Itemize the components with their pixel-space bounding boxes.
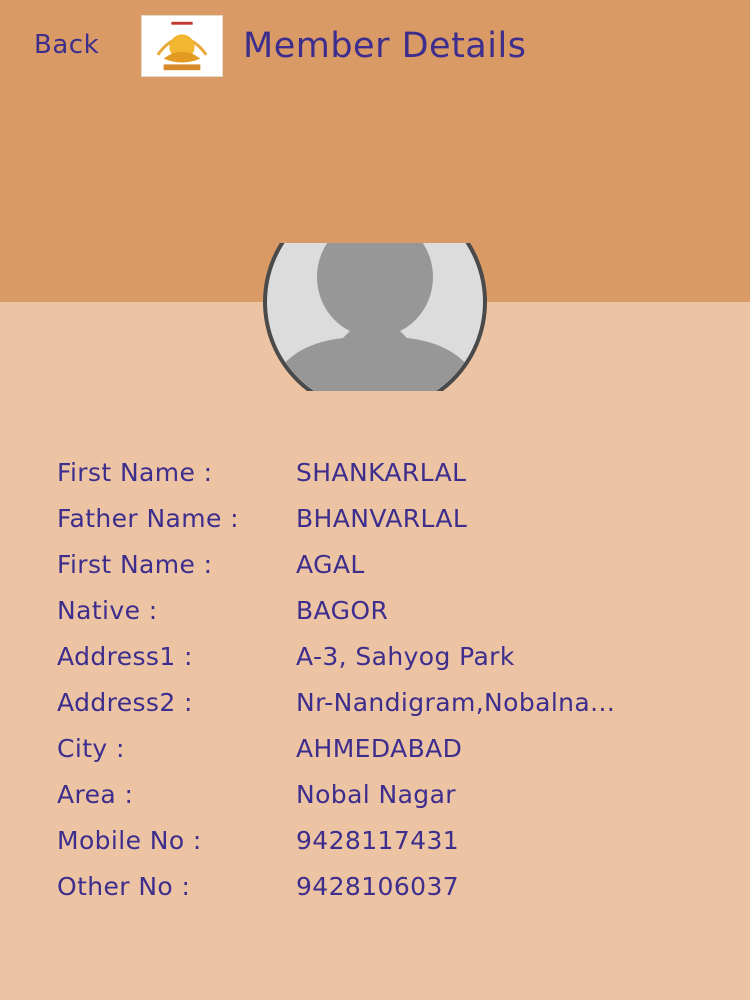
detail-value: SHANKARLAL [296, 458, 467, 487]
detail-label: City : [57, 734, 125, 763]
detail-label: Native : [57, 596, 158, 625]
org-logo-icon [141, 15, 223, 77]
detail-value: Nr-Nandigram,Nobalna... [296, 688, 616, 717]
back-button[interactable]: Back [34, 30, 99, 60]
detail-value: AGAL [296, 550, 365, 579]
detail-row-city: City : AHMEDABAD [57, 726, 717, 772]
detail-label: Address1 : [57, 642, 193, 671]
detail-label: Father Name : [57, 504, 239, 533]
detail-row-last-name: First Name : AGAL [57, 542, 717, 588]
detail-value: Nobal Nagar [296, 780, 456, 809]
detail-row-first-name: First Name : SHANKARLAL [57, 450, 717, 496]
detail-label: Address2 : [57, 688, 193, 717]
detail-label: First Name : [57, 458, 213, 487]
detail-value: BHANVARLAL [296, 504, 468, 533]
detail-label: Other No : [57, 872, 191, 901]
detail-label: Mobile No : [57, 826, 202, 855]
detail-row-area: Area : Nobal Nagar [57, 772, 717, 818]
detail-row-father-name: Father Name : BHANVARLAL [57, 496, 717, 542]
detail-row-other-no: Other No : 9428106037 [57, 864, 717, 910]
detail-value[interactable]: 9428106037 [296, 864, 459, 910]
detail-label: Area : [57, 780, 134, 809]
detail-row-mobile-no: Mobile No : 9428117431 [57, 818, 717, 864]
detail-row-native: Native : BAGOR [57, 588, 717, 634]
detail-row-address2: Address2 : Nr-Nandigram,Nobalna... [57, 680, 717, 726]
page-title: Member Details [243, 26, 527, 66]
detail-value: AHMEDABAD [296, 734, 463, 763]
person-placeholder-icon [258, 243, 492, 391]
member-details-list: First Name : SHANKARLAL Father Name : BH… [57, 450, 717, 910]
detail-label: First Name : [57, 550, 213, 579]
detail-value: A-3, Sahyog Park [296, 642, 515, 671]
detail-value: BAGOR [296, 596, 389, 625]
detail-row-address1: Address1 : A-3, Sahyog Park [57, 634, 717, 680]
detail-value[interactable]: 9428117431 [296, 818, 459, 864]
